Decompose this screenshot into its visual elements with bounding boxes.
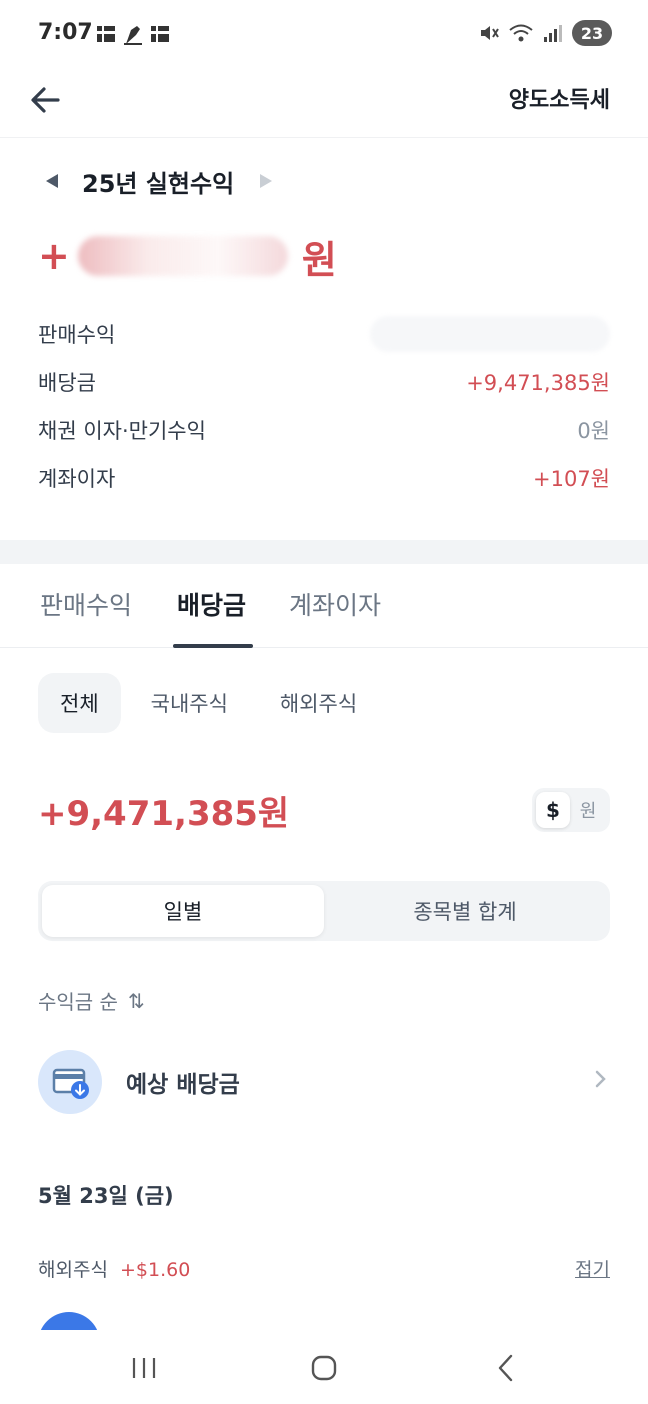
main-tabs: 판매수익 배당금 계좌이자 xyxy=(0,564,648,648)
triangle-left-icon[interactable] xyxy=(42,164,66,198)
chip-all[interactable]: 전체 xyxy=(38,673,121,733)
collapse-link[interactable]: 접기 xyxy=(575,1255,610,1282)
chip-overseas[interactable]: 해외주식 xyxy=(258,673,379,733)
chip-domestic[interactable]: 국내주식 xyxy=(129,673,250,733)
expected-dividend-label: 예상 배당금 xyxy=(126,1072,240,1098)
tab-account-interest[interactable]: 계좌이자 xyxy=(289,586,381,622)
notification-icon xyxy=(151,26,169,42)
status-right-icons: 23 xyxy=(478,20,612,46)
realized-unit: 원 xyxy=(301,237,337,282)
capital-gains-tax-link[interactable]: 양도소득세 xyxy=(509,82,610,114)
summary-value: +9,471,385원 xyxy=(466,371,610,395)
view-segment: 일별 종목별 합계 xyxy=(38,881,610,941)
summary-label: 채권 이자·만기수익 xyxy=(38,419,206,443)
year-selector: 25년 실현수익 xyxy=(42,164,280,198)
status-time: 7:07 xyxy=(38,20,93,45)
sort-control[interactable]: 수익금 순 ⇅ xyxy=(38,986,145,1015)
arrow-left-icon[interactable] xyxy=(26,80,66,120)
masked-amount xyxy=(77,236,288,276)
currency-toggle[interactable]: $ 원 xyxy=(532,788,610,832)
market-amount: +$1.60 xyxy=(119,1259,191,1281)
currency-dollar-option[interactable]: $ xyxy=(536,792,570,828)
summary-label: 계좌이자 xyxy=(38,467,116,491)
notification-icon xyxy=(97,26,115,42)
year-label: 25년 실현수익 xyxy=(82,169,235,198)
summary-list: 판매수익 배당금 +9,471,385원 채권 이자·만기수익 0원 계좌이자 … xyxy=(38,310,610,502)
dividend-card-icon xyxy=(38,1050,102,1114)
summary-label: 배당금 xyxy=(38,371,96,395)
dividend-total: +9,471,385원 xyxy=(38,794,290,834)
status-bar: 7:07 23 xyxy=(0,0,648,70)
home-icon[interactable] xyxy=(294,1348,354,1388)
wifi-icon xyxy=(509,24,533,42)
masked-value xyxy=(370,316,610,352)
filter-chips: 전체 국내주식 해외주식 xyxy=(38,673,387,733)
tab-sales-profit[interactable]: 판매수익 xyxy=(40,586,132,622)
tab-dividend[interactable]: 배당금 xyxy=(177,586,246,622)
summary-value: 0원 xyxy=(577,419,610,443)
triangle-right-icon[interactable] xyxy=(256,164,280,198)
nav-back-icon[interactable] xyxy=(476,1348,536,1388)
recent-apps-icon[interactable] xyxy=(114,1348,174,1388)
currency-won-option[interactable]: 원 xyxy=(570,797,606,823)
mute-icon xyxy=(481,26,499,40)
sort-label: 수익금 순 xyxy=(38,990,118,1014)
status-left-icons xyxy=(96,24,170,46)
summary-label: 판매수익 xyxy=(38,323,116,347)
chevron-right-icon xyxy=(592,1067,610,1097)
market-label: 해외주식 xyxy=(38,1259,108,1281)
summary-row-dividend: 배당금 +9,471,385원 xyxy=(38,358,610,406)
summary-row-bond: 채권 이자·만기수익 0원 xyxy=(38,406,610,454)
summary-row-account-interest: 계좌이자 +107원 xyxy=(38,454,610,502)
segment-by-stock[interactable]: 종목별 합계 xyxy=(324,885,606,937)
sort-arrows-icon: ⇅ xyxy=(127,988,145,1013)
pen-icon xyxy=(124,26,142,45)
section-divider xyxy=(0,540,648,564)
market-group-row: 해외주식 +$1.60 접기 xyxy=(38,1255,610,1282)
segment-daily[interactable]: 일별 xyxy=(42,885,324,937)
system-nav-bar xyxy=(0,1330,648,1404)
battery-indicator: 23 xyxy=(572,20,612,46)
expected-dividend-row[interactable]: 예상 배당금 xyxy=(38,1050,610,1114)
realized-sign: + xyxy=(38,234,70,278)
realized-total: + 원 xyxy=(38,226,337,286)
date-header: 5월 23일 (금) xyxy=(38,1184,174,1208)
tab-indicator xyxy=(173,644,253,648)
summary-row-sales: 판매수익 xyxy=(38,310,610,358)
signal-icon xyxy=(544,25,562,42)
app-header: 양도소득세 xyxy=(0,70,648,138)
summary-value: +107원 xyxy=(533,467,610,491)
